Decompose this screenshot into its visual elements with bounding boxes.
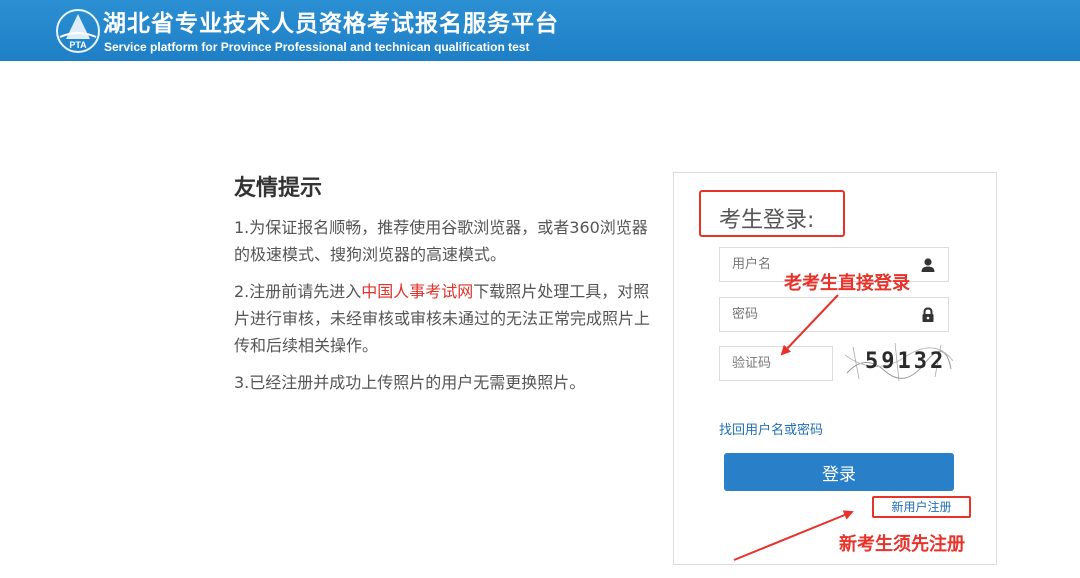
tip-1: 1.为保证报名顺畅，推荐使用谷歌浏览器，或者360浏览器的极速模式、搜狗浏览器的…: [234, 218, 648, 264]
captcha-input[interactable]: [720, 347, 832, 380]
header-bar: PTA 湖北省专业技术人员资格考试报名服务平台 Service platform…: [0, 0, 1080, 61]
annotation-new-user: 新考生须先注册: [839, 534, 965, 555]
captcha-image[interactable]: 59132: [845, 343, 953, 381]
annotation-existing-user: 老考生直接登录: [784, 273, 910, 294]
register-highlight: 新用户注册: [872, 496, 971, 518]
tip-2: 2.注册前请先进入中国人事考试网下载照片处理工具，对照片进行审核，未经审核或审核…: [234, 278, 654, 359]
cpta-link[interactable]: 中国人事考试网: [361, 282, 473, 301]
register-link[interactable]: 新用户注册: [874, 498, 969, 516]
tip-3: 3.已经注册并成功上传照片的用户无需更换照片。: [234, 373, 586, 392]
login-title: 考生登录:: [699, 190, 845, 237]
logo-text: PTA: [69, 40, 87, 50]
captcha-field[interactable]: [719, 346, 833, 381]
tips-section: 友情提示 1.为保证报名顺畅，推荐使用谷歌浏览器，或者360浏览器的极速模式、搜…: [234, 170, 654, 406]
pta-logo: PTA: [56, 9, 100, 53]
site-subtitle: Service platform for Province Profession…: [104, 40, 530, 54]
forgot-credentials-link[interactable]: 找回用户名或密码: [719, 419, 823, 438]
user-icon: [921, 258, 935, 272]
login-button[interactable]: 登录: [724, 453, 954, 491]
captcha-code: 59132: [865, 349, 947, 374]
tip-2-text-before: 2.注册前请先进入: [234, 282, 362, 301]
tips-title: 友情提示: [234, 176, 323, 201]
site-title: 湖北省专业技术人员资格考试报名服务平台: [103, 11, 559, 37]
password-field[interactable]: [719, 297, 949, 332]
password-input[interactable]: [720, 298, 948, 331]
lock-icon: [922, 307, 934, 322]
